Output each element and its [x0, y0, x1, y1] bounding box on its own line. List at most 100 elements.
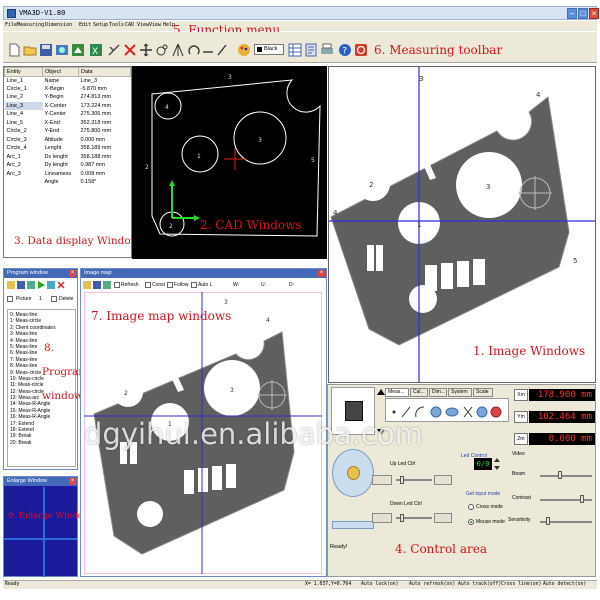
tab-scale[interactable]: Scale — [473, 388, 493, 397]
menu-cad-view[interactable]: CAD View — [125, 22, 149, 28]
table-row[interactable]: Line_2 Y-Begin 274.813 mm — [5, 93, 131, 102]
camera-image[interactable]: 3 4 2 1 3 4 5 — [329, 67, 595, 382]
menu-edit[interactable]: Edit — [79, 22, 91, 28]
down-led-knob[interactable] — [400, 514, 404, 522]
menu-file[interactable]: File — [5, 22, 17, 28]
down-led-inc-button[interactable] — [434, 513, 452, 523]
follow-checkbox[interactable] — [167, 282, 173, 288]
help-icon[interactable]: ? — [338, 43, 352, 57]
list-item[interactable]: 20: Break — [10, 440, 75, 446]
entity-cell[interactable]: Line_4 — [5, 110, 43, 119]
program-step-icon[interactable] — [47, 281, 55, 289]
menu-dimension[interactable]: Dimension — [45, 22, 72, 28]
maximize-button[interactable]: □ — [578, 8, 588, 19]
refresh-checkbox[interactable] — [114, 282, 120, 288]
beam-slider[interactable] — [540, 475, 592, 477]
entity-cell[interactable]: Circle_4 — [5, 144, 43, 153]
program-run-icon[interactable] — [37, 281, 45, 289]
table-row[interactable]: Arc_3 Lineamess 0.008 mm — [5, 170, 131, 179]
auto-checkbox[interactable] — [191, 282, 197, 288]
menu-setup[interactable]: Setup — [93, 22, 108, 28]
program-close-icon[interactable]: × — [69, 270, 76, 277]
entity-cell[interactable]: Arc_3 — [5, 170, 43, 179]
up-led-inc-button[interactable] — [434, 475, 452, 485]
const-checkbox[interactable] — [145, 282, 151, 288]
up-led-knob[interactable] — [400, 476, 404, 484]
table-view-icon[interactable] — [288, 43, 302, 57]
new-file-icon[interactable] — [7, 43, 21, 57]
enlarge-close-icon[interactable]: × — [69, 478, 76, 485]
exit-icon[interactable] — [354, 43, 368, 57]
mouse-mode-radio[interactable] — [468, 519, 474, 525]
header-object[interactable]: Object — [42, 67, 79, 77]
direction-pad-center[interactable] — [347, 466, 360, 480]
tab-system[interactable]: System — [448, 388, 472, 397]
print-icon[interactable] — [320, 43, 334, 57]
table-row[interactable]: Circle_2 Y-End 275.800 mm — [5, 127, 131, 136]
led-spin-icon[interactable] — [494, 458, 500, 470]
table-row[interactable]: Circle_1 X-Begin -5.870 mm — [5, 85, 131, 94]
image-capture-icon[interactable] — [55, 43, 69, 57]
menu-view[interactable]: View — [149, 22, 161, 28]
report-icon[interactable] — [304, 43, 318, 57]
table-row[interactable]: Line_4 Y-Center 275.306 mm — [5, 110, 131, 119]
up-led-dec-button[interactable] — [372, 475, 392, 485]
arc-tool-icon[interactable] — [187, 43, 201, 57]
speed-bar[interactable] — [332, 521, 374, 529]
table-row[interactable]: Line_1 Name Line_3 — [5, 76, 131, 85]
axis-z-button[interactable]: Zm — [514, 433, 528, 445]
table-row[interactable]: Circle_4 Lenght 358.189 mm — [5, 144, 131, 153]
entity-cell[interactable]: Circle_2 — [5, 127, 43, 136]
direction-pad[interactable] — [332, 449, 374, 497]
entity-cell[interactable]: Line_1 — [5, 76, 43, 85]
header-data[interactable]: Data — [78, 67, 131, 77]
menu-tools[interactable]: Tools — [109, 22, 124, 28]
image-window[interactable]: 3 4 2 1 3 4 5 1. Image Windows — [328, 66, 596, 383]
line-tool-icon[interactable] — [201, 43, 215, 57]
contrast-knob[interactable] — [580, 495, 584, 503]
entity-cell[interactable]: Line_3 — [4, 101, 43, 110]
excel-export-icon[interactable]: X — [89, 43, 103, 57]
color-select[interactable]: Black — [254, 44, 284, 55]
table-row[interactable]: Arc_1 Dx lenght 358.188 mm — [5, 153, 131, 162]
sensitivity-knob[interactable] — [546, 517, 550, 525]
open-folder-icon[interactable] — [23, 43, 37, 57]
header-entity[interactable]: Entity — [4, 67, 43, 77]
angle-tool-icon[interactable] — [171, 43, 185, 57]
program-edit-icon[interactable] — [27, 281, 35, 289]
program-save-icon[interactable] — [17, 281, 25, 289]
map-open-icon[interactable] — [83, 281, 91, 289]
table-row[interactable]: Circle_3 Altitude 0.000 mm — [5, 136, 131, 145]
move-cross-icon[interactable] — [139, 43, 153, 57]
table-row[interactable]: Line_5 X-End 352.318 mm — [5, 119, 131, 128]
cad-window[interactable]: 3 4 1 2 3 5 2 2. CAD Windows — [132, 66, 327, 259]
beam-knob[interactable] — [558, 471, 562, 479]
color-palette-icon[interactable] — [237, 43, 251, 57]
entity-cell[interactable]: Line_5 — [5, 119, 43, 128]
entity-cell[interactable]: Circle_3 — [5, 136, 43, 145]
entity-cell[interactable]: Circle_1 — [5, 85, 43, 94]
table-row[interactable]: Line_3 X-Center 173.224 mm — [4, 101, 131, 110]
picture-checkbox[interactable] — [7, 296, 13, 302]
delete-checkbox[interactable] — [51, 296, 57, 302]
delete-x-icon[interactable] — [123, 43, 137, 57]
enlarge-window[interactable]: Enlarge Window × 9. Enlarge Windows — [3, 476, 95, 577]
program-open-icon[interactable] — [7, 281, 15, 289]
measure-point-icon[interactable] — [107, 43, 121, 57]
minimize-button[interactable]: – — [567, 8, 577, 19]
entity-cell[interactable]: Arc_1 — [5, 153, 43, 162]
tab-dim[interactable]: Dim... — [429, 388, 447, 397]
contrast-slider[interactable] — [540, 499, 592, 501]
tab-cal[interactable]: Cal... — [410, 388, 428, 397]
program-list[interactable]: 0: Meas-line 1: Meas-circle 2: Client co… — [7, 309, 89, 467]
axis-x-button[interactable]: Xm — [514, 389, 528, 401]
save-icon[interactable] — [39, 43, 53, 57]
cross-mode-radio[interactable] — [468, 504, 474, 510]
program-delete-icon[interactable] — [57, 281, 65, 289]
menu-measuring[interactable]: Measuring — [17, 22, 44, 28]
down-led-dec-button[interactable] — [372, 513, 392, 523]
slant-line-icon[interactable] — [215, 43, 229, 57]
map-zoom-icon[interactable] — [103, 281, 111, 289]
circle-tool-icon[interactable] — [155, 43, 169, 57]
table-row[interactable]: Angle 0.158° — [5, 178, 131, 187]
